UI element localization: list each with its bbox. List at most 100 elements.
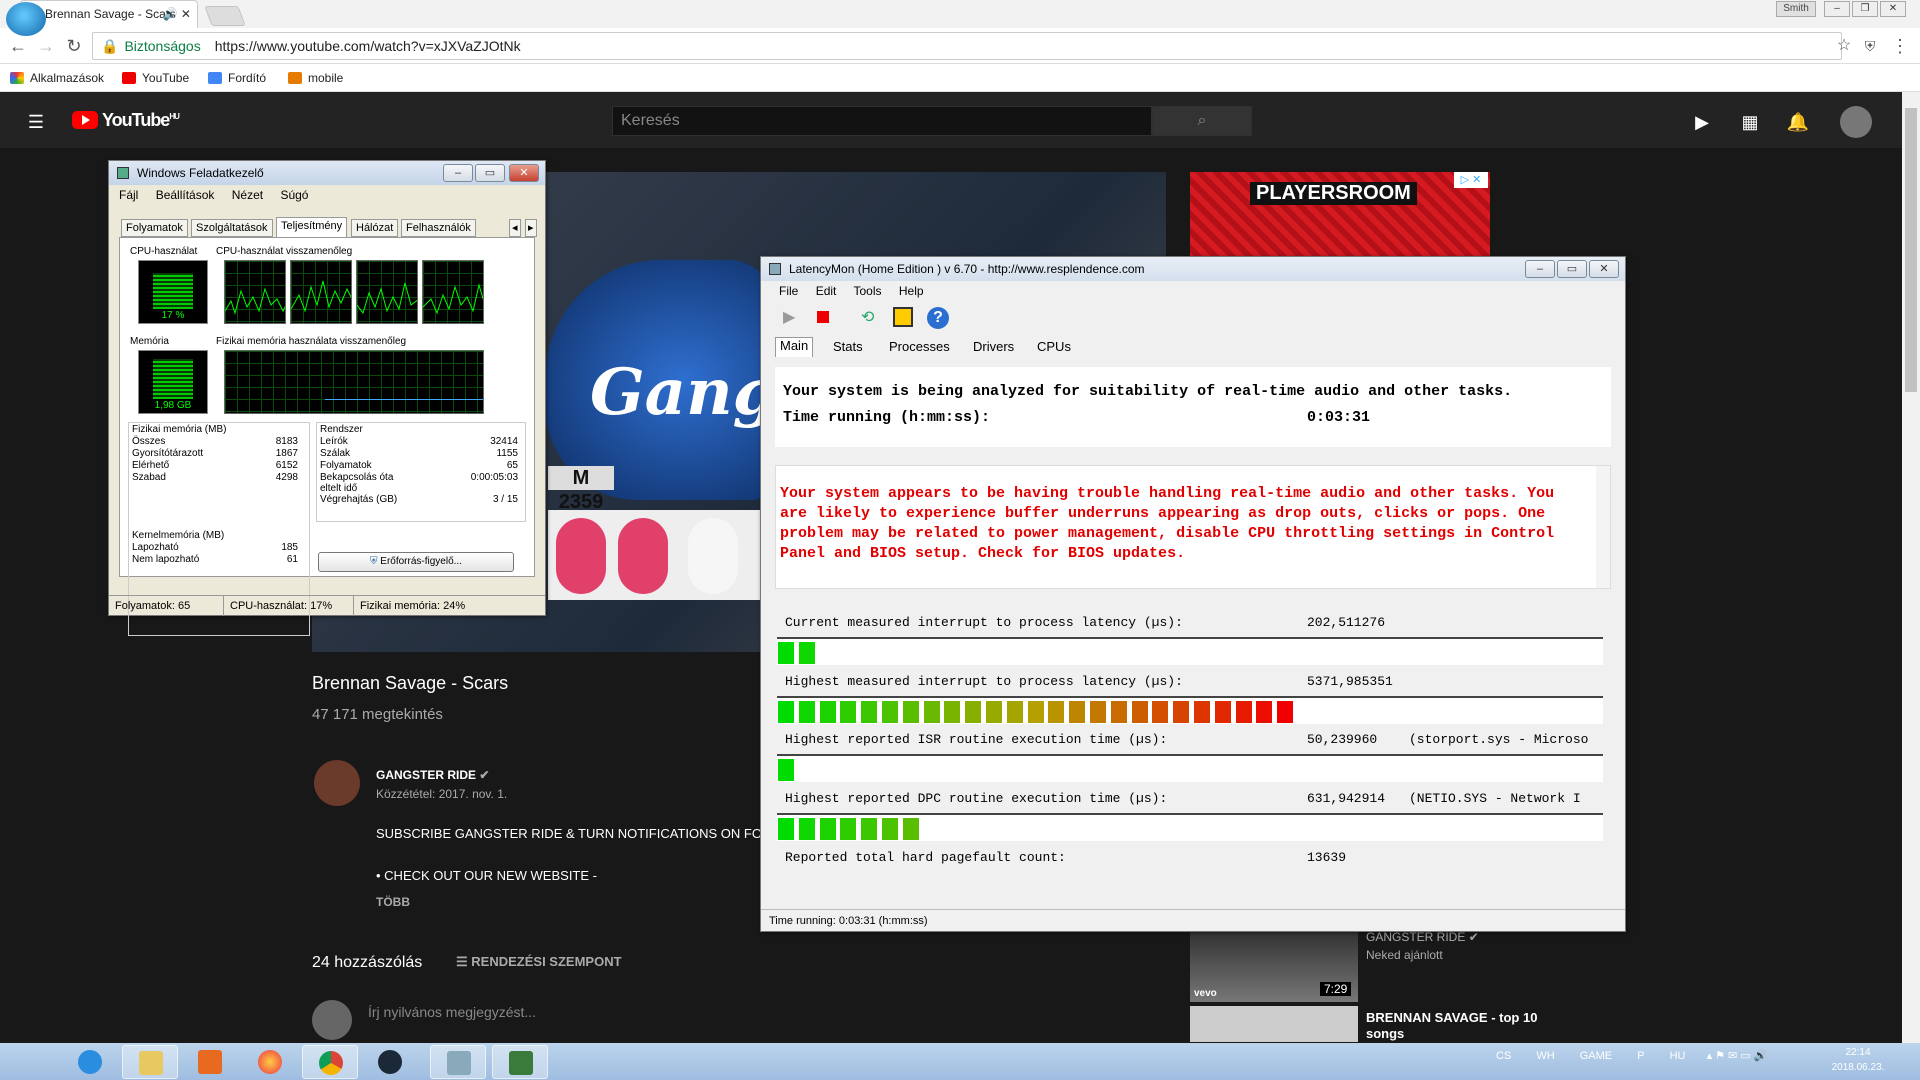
task-manager-titlebar[interactable]: Windows Feladatkezelő – ▭ ✕ bbox=[109, 161, 545, 185]
taskbar-firefox[interactable] bbox=[242, 1045, 298, 1079]
apps-grid-icon[interactable]: ▦ bbox=[1738, 110, 1762, 134]
stat-label: Szálak bbox=[320, 448, 351, 459]
minimize-button[interactable]: – bbox=[443, 164, 473, 182]
latencymon-titlebar[interactable]: LatencyMon (Home Edition ) v 6.70 - http… bbox=[761, 257, 1625, 281]
tab-cpus[interactable]: CPUs bbox=[1037, 339, 1071, 354]
ad-close-icon[interactable]: ▷ ✕ bbox=[1454, 172, 1488, 188]
search-button[interactable]: ⌕ bbox=[1152, 106, 1252, 136]
tab-users[interactable]: Felhasználók bbox=[401, 219, 476, 237]
new-tab-button[interactable] bbox=[204, 6, 246, 26]
close-button[interactable]: ✕ bbox=[509, 164, 539, 182]
tab-audio-close-icon[interactable]: 🔊 ✕ bbox=[163, 1, 191, 27]
tab-scroll-left-icon[interactable]: ◂ bbox=[509, 219, 521, 237]
metric-value: 202,511276 bbox=[1307, 615, 1386, 630]
menu-file[interactable]: File bbox=[779, 284, 798, 298]
language-indicator[interactable]: HU bbox=[1670, 1050, 1686, 1062]
resource-monitor-button[interactable]: ⛨ Erőforrás-figyelő... bbox=[318, 552, 514, 572]
stop-icon[interactable] bbox=[817, 311, 829, 323]
taskbar-explorer[interactable] bbox=[122, 1045, 178, 1079]
account-avatar[interactable] bbox=[1840, 106, 1872, 138]
profile-badge[interactable]: Smith bbox=[1776, 1, 1816, 17]
recommendation-title[interactable]: BRENNAN SAVAGE - top 10 songs bbox=[1366, 1010, 1566, 1042]
scrollbar-thumb[interactable] bbox=[1905, 108, 1917, 392]
notifications-bell-icon[interactable]: 🔔 bbox=[1786, 110, 1810, 134]
taskbar-media-player[interactable] bbox=[182, 1045, 238, 1079]
sort-comments-button[interactable]: ☰ RENDEZÉSI SZEMPONT bbox=[456, 954, 622, 970]
window-title: Windows Feladatkezelő bbox=[137, 166, 264, 180]
menu-help[interactable]: Súgó bbox=[280, 188, 308, 202]
recommendation-subtitle: Neked ajánlott bbox=[1366, 948, 1443, 962]
taskbar-task-manager[interactable] bbox=[492, 1045, 548, 1079]
back-icon[interactable]: ← bbox=[6, 34, 30, 58]
taskbar-ie[interactable] bbox=[62, 1045, 118, 1079]
tray-toolbar-cs[interactable]: CS bbox=[1496, 1050, 1511, 1062]
url-input[interactable]: 🔒 Biztonságos https://www.youtube.com/watc… bbox=[92, 32, 1842, 60]
tab-main[interactable]: Main bbox=[775, 337, 814, 357]
close-button[interactable]: ✕ bbox=[1589, 260, 1619, 278]
start-button[interactable] bbox=[6, 2, 46, 36]
video-overlay-text: Gang bbox=[590, 355, 778, 430]
taskbar-steam[interactable] bbox=[362, 1045, 418, 1079]
bar-segment bbox=[964, 700, 983, 724]
warning-scrollbar[interactable] bbox=[1596, 466, 1610, 588]
tab-drivers[interactable]: Drivers bbox=[973, 339, 1014, 354]
extension-shield-icon[interactable]: ⛨ bbox=[1858, 34, 1882, 58]
bar-segment bbox=[797, 700, 816, 724]
channel-avatar[interactable] bbox=[314, 760, 360, 806]
maximize-button[interactable]: ❐ bbox=[1852, 1, 1878, 17]
help-icon[interactable]: ? bbox=[927, 307, 949, 329]
tab-networking[interactable]: Hálózat bbox=[351, 219, 399, 237]
menu-help[interactable]: Help bbox=[899, 284, 924, 298]
tab-performance[interactable]: Teljesítmény bbox=[276, 217, 348, 237]
tab-processes[interactable]: Folyamatok bbox=[121, 219, 188, 237]
hamburger-menu-icon[interactable]: ☰ bbox=[24, 110, 48, 134]
cpu-icon[interactable] bbox=[893, 307, 913, 327]
close-button[interactable]: ✕ bbox=[1880, 1, 1906, 17]
menu-edit[interactable]: Edit bbox=[816, 284, 837, 298]
browser-tab[interactable]: Brennan Savage - Scars 🔊 ✕ bbox=[20, 0, 198, 28]
tab-scroll-right-icon[interactable]: ▸ bbox=[525, 219, 537, 237]
star-icon[interactable]: ☆ bbox=[1832, 34, 1856, 58]
description-line: • CHECK OUT OUR NEW WEBSITE - bbox=[376, 868, 597, 883]
youtube-logo[interactable]: YouTubeHU bbox=[72, 110, 180, 131]
create-video-icon[interactable]: ▶ bbox=[1690, 110, 1714, 134]
metric-value: 631,942914 bbox=[1307, 791, 1386, 806]
tab-processes[interactable]: Processes bbox=[889, 339, 950, 354]
menu-file[interactable]: Fájl bbox=[119, 188, 138, 202]
play-icon[interactable]: ▶ bbox=[783, 307, 795, 327]
menu-tools[interactable]: Tools bbox=[854, 284, 882, 298]
menu-kebab-icon[interactable]: ⋮ bbox=[1888, 34, 1912, 58]
channel-name[interactable]: GANGSTER RIDE ✔ bbox=[376, 768, 489, 782]
bar-segment bbox=[1276, 700, 1295, 724]
bookmark-youtube[interactable]: YouTube bbox=[122, 70, 189, 86]
taskbar-chrome[interactable] bbox=[302, 1045, 358, 1079]
bar-segment bbox=[1151, 700, 1170, 724]
search-input[interactable]: Keresés bbox=[612, 106, 1152, 136]
report-icon[interactable]: ⟲ bbox=[861, 307, 874, 327]
recommendation-thumbnail[interactable] bbox=[1190, 1006, 1358, 1042]
minimize-button[interactable]: – bbox=[1525, 260, 1555, 278]
menu-view[interactable]: Nézet bbox=[232, 188, 263, 202]
minimize-button[interactable]: – bbox=[1824, 1, 1850, 17]
menu-options[interactable]: Beállítások bbox=[156, 188, 215, 202]
comment-input[interactable]: Írj nyilvános megjegyzést... bbox=[368, 1004, 536, 1020]
maximize-button[interactable]: ▭ bbox=[1557, 260, 1587, 278]
bookmark-translate[interactable]: Fordító bbox=[208, 70, 266, 86]
maximize-button[interactable]: ▭ bbox=[475, 164, 505, 182]
bar-segment bbox=[1047, 700, 1066, 724]
bookmark-apps[interactable]: Alkalmazások bbox=[10, 70, 104, 86]
tray-icons[interactable]: ▴ ⚑ ✉ ▭ 🔊 bbox=[1707, 1050, 1768, 1062]
taskbar-latencymon[interactable] bbox=[430, 1045, 486, 1079]
tray-toolbar-game[interactable]: GAME bbox=[1580, 1050, 1612, 1062]
bookmark-mobile[interactable]: mobile bbox=[288, 70, 343, 86]
youtube-region: HU bbox=[169, 112, 180, 121]
tab-stats[interactable]: Stats bbox=[833, 339, 863, 354]
tray-toolbar-p[interactable]: P bbox=[1637, 1050, 1644, 1062]
tab-services[interactable]: Szolgáltatások bbox=[191, 219, 273, 237]
recommendation-channel[interactable]: GANGSTER RIDE ✔ bbox=[1366, 930, 1479, 944]
reload-icon[interactable]: ↻ bbox=[62, 34, 86, 58]
tray-toolbar-wh[interactable]: WH bbox=[1536, 1050, 1554, 1062]
forward-icon[interactable]: → bbox=[34, 34, 58, 58]
clock[interactable]: 22:14 2018.06.23. bbox=[1818, 1045, 1898, 1075]
show-more-button[interactable]: TÖBB bbox=[376, 895, 410, 909]
